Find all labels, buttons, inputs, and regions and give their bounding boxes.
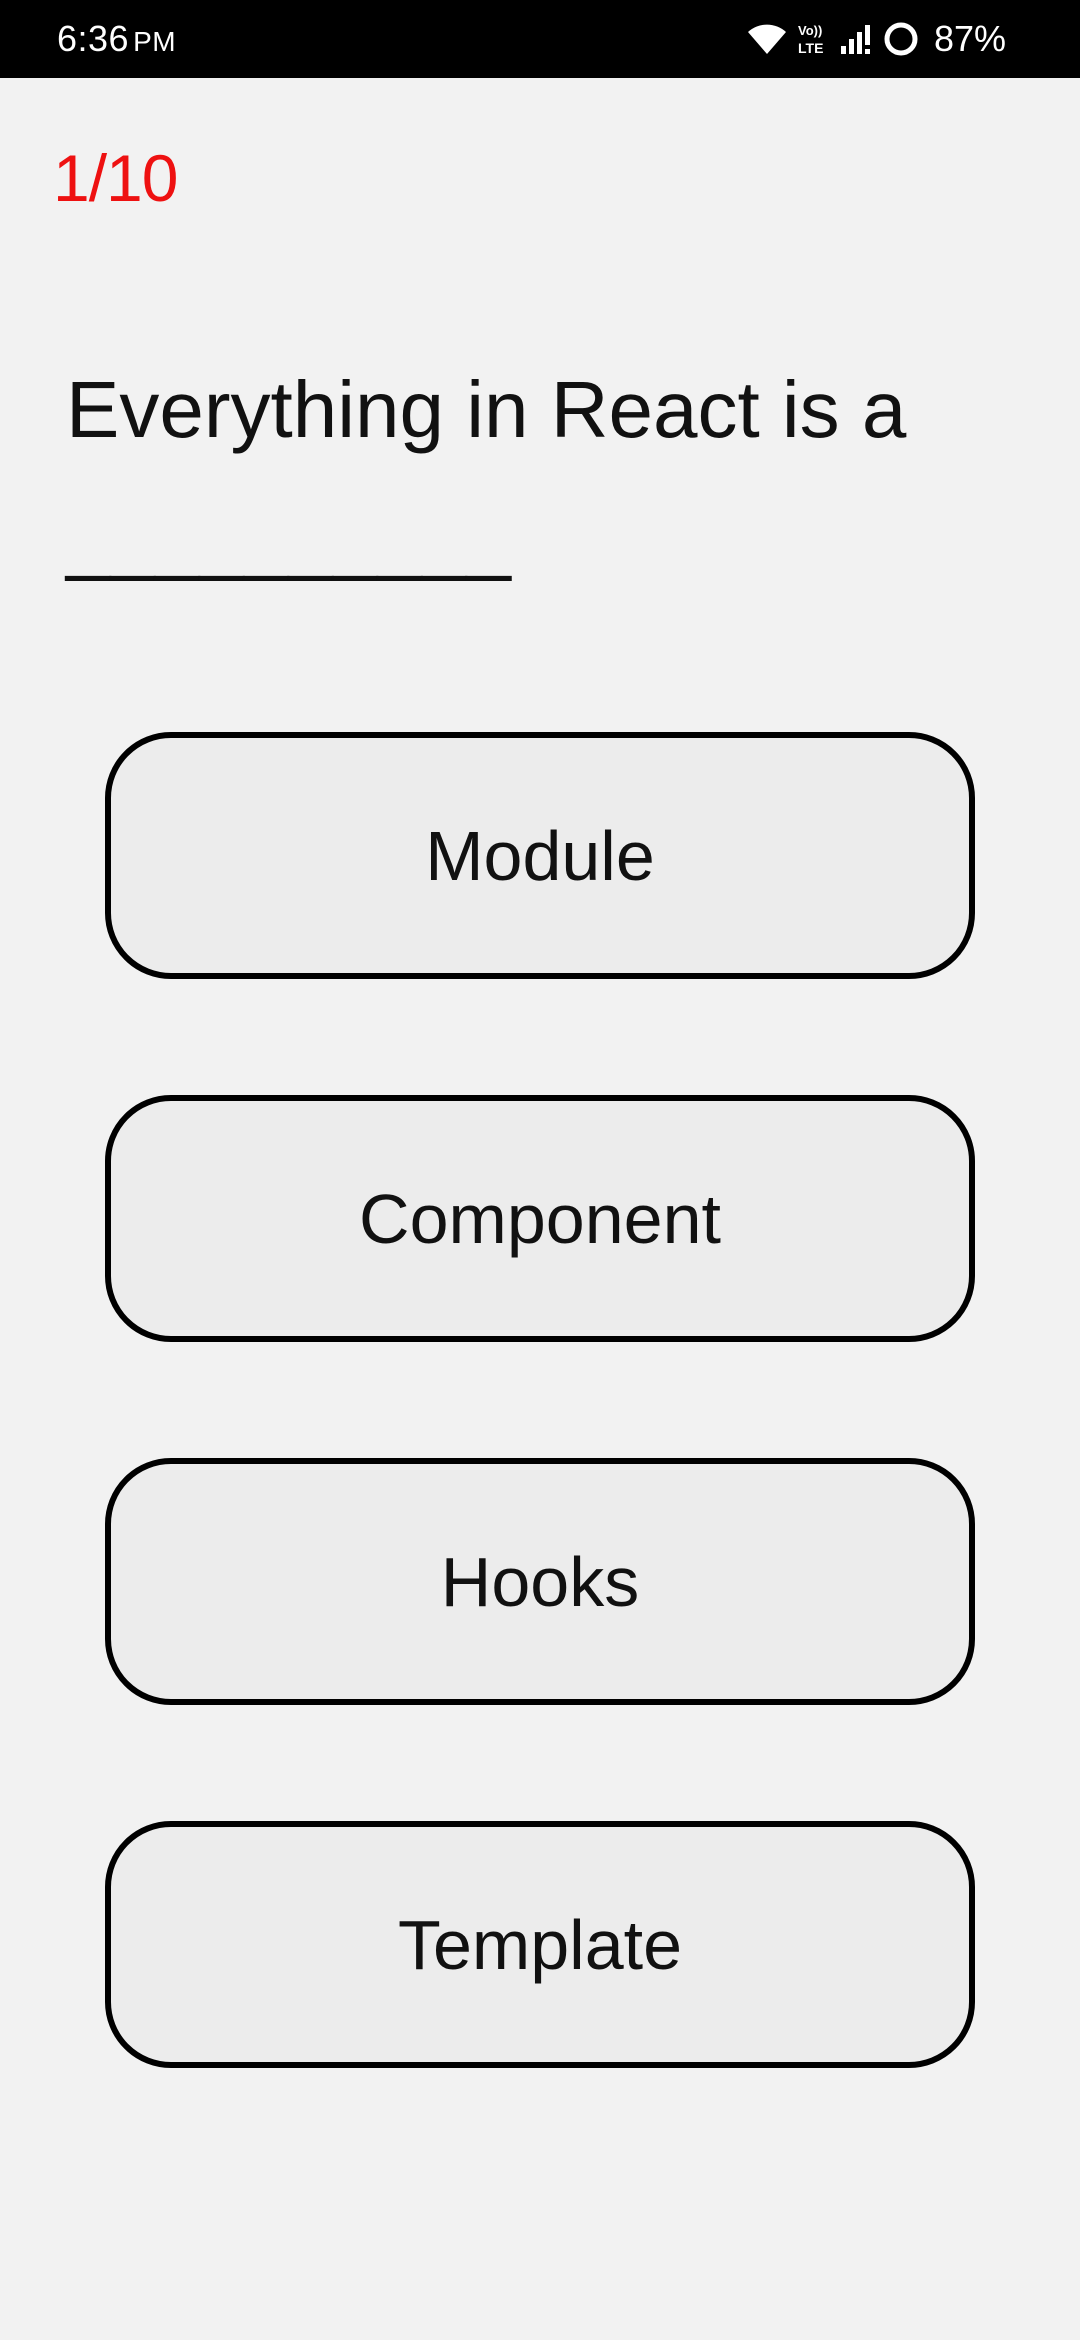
battery-percent: 87%	[933, 18, 1006, 59]
status-time: 6:36 PM	[57, 18, 176, 60]
option-button-component[interactable]: Component	[105, 1095, 975, 1342]
status-time-value: 6:36	[57, 18, 130, 59]
status-icons: Vo)) LTE 87%	[746, 14, 1006, 64]
signal-icon	[840, 22, 874, 56]
wifi-icon	[746, 22, 788, 56]
battery-ring-icon	[882, 20, 920, 58]
volte-icon: Vo)) LTE	[796, 21, 832, 57]
svg-text:LTE: LTE	[798, 40, 823, 56]
question-text: Everything in React is a __________	[66, 365, 907, 582]
status-time-ampm: PM	[133, 26, 177, 57]
question-progress: 1/10	[53, 141, 178, 215]
status-bar: 6:36 PM Vo)) LTE 87%	[0, 0, 1080, 78]
option-button-hooks[interactable]: Hooks	[105, 1458, 975, 1705]
answer-options: Module Component Hooks Template	[105, 732, 975, 2184]
option-button-module[interactable]: Module	[105, 732, 975, 979]
option-button-template[interactable]: Template	[105, 1821, 975, 2068]
svg-text:Vo)): Vo))	[798, 23, 822, 38]
